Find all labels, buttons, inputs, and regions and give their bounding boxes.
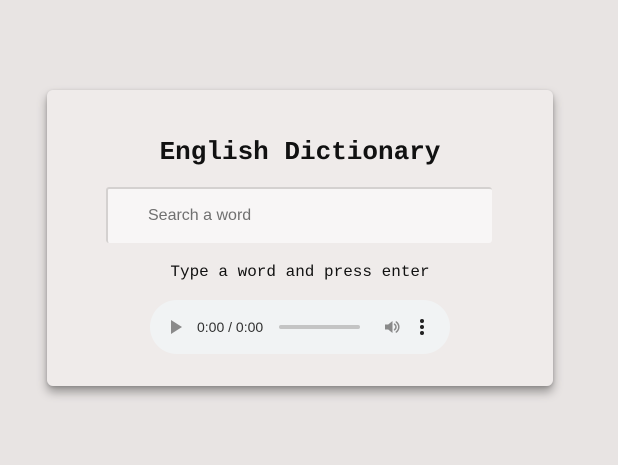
page-title: English Dictionary <box>159 137 441 167</box>
info-text: Type a word and press enter <box>170 263 430 281</box>
time-display: 0:00 / 0:00 <box>197 319 264 335</box>
audio-player[interactable]: 0:00 / 0:00 <box>150 300 450 354</box>
play-icon[interactable] <box>171 320 182 334</box>
more-options-icon[interactable] <box>416 317 428 337</box>
dictionary-card: English Dictionary Type a word and press… <box>47 90 553 386</box>
search-input[interactable] <box>106 187 492 243</box>
progress-slider[interactable] <box>279 325 360 329</box>
volume-icon[interactable] <box>383 318 401 336</box>
